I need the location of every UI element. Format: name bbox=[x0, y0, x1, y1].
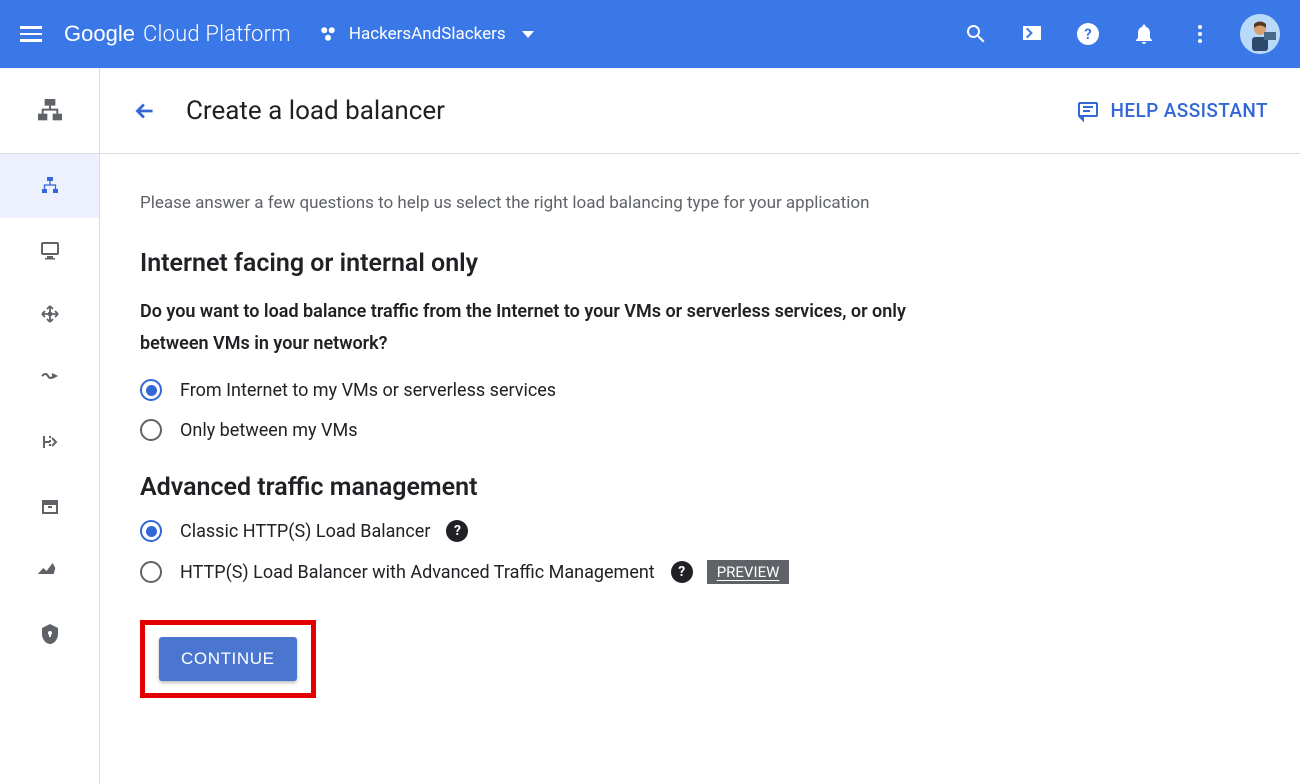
help-tooltip-icon[interactable]: ? bbox=[446, 520, 468, 542]
help-tooltip-icon[interactable]: ? bbox=[671, 561, 693, 583]
rail-header-network-icon[interactable] bbox=[0, 68, 99, 154]
chat-icon bbox=[1076, 99, 1100, 123]
radio-label: Classic HTTP(S) Load Balancer bbox=[180, 521, 430, 542]
radio-label: Only between my VMs bbox=[180, 420, 357, 441]
menu-icon[interactable] bbox=[20, 22, 44, 46]
radio-button[interactable] bbox=[140, 379, 162, 401]
project-name: HackersAndSlackers bbox=[349, 24, 506, 44]
section1-question: Do you want to load balance traffic from… bbox=[140, 296, 970, 359]
radio-internet-to-vms[interactable]: From Internet to my VMs or serverless se… bbox=[140, 379, 1060, 401]
search-icon[interactable] bbox=[964, 22, 988, 46]
page-title: Create a load balancer bbox=[186, 96, 1076, 126]
main-content: Create a load balancer HELP ASSISTANT Pl… bbox=[100, 68, 1300, 784]
left-rail bbox=[0, 68, 100, 784]
rail-item-transfer[interactable] bbox=[0, 346, 99, 410]
dropdown-icon bbox=[522, 31, 534, 38]
section2-title: Advanced traffic management bbox=[140, 473, 1060, 502]
radio-button[interactable] bbox=[140, 520, 162, 542]
rail-item-network-split[interactable] bbox=[0, 410, 99, 474]
radio-advanced-lb[interactable]: HTTP(S) Load Balancer with Advanced Traf… bbox=[140, 560, 1060, 584]
radio-only-between-vms[interactable]: Only between my VMs bbox=[140, 419, 1060, 441]
preview-badge[interactable]: PREVIEW bbox=[707, 560, 790, 584]
radio-button[interactable] bbox=[140, 419, 162, 441]
svg-text:?: ? bbox=[1084, 25, 1091, 43]
intro-text: Please answer a few questions to help us… bbox=[140, 190, 880, 217]
rail-item-archive[interactable] bbox=[0, 474, 99, 538]
logo-rest: Cloud Platform bbox=[143, 22, 291, 47]
rail-item-loadbalancing[interactable] bbox=[0, 154, 99, 218]
notifications-icon[interactable] bbox=[1132, 22, 1156, 46]
user-avatar[interactable] bbox=[1240, 14, 1280, 54]
rail-item-security[interactable] bbox=[0, 602, 99, 666]
section1-title: Internet facing or internal only bbox=[140, 249, 1060, 278]
back-arrow-icon[interactable] bbox=[132, 98, 158, 124]
help-assistant-button[interactable]: HELP ASSISTANT bbox=[1076, 99, 1268, 123]
project-icon bbox=[319, 25, 337, 43]
help-assistant-label: HELP ASSISTANT bbox=[1110, 99, 1268, 122]
highlight-annotation: CONTINUE bbox=[140, 620, 316, 698]
logo-google: Google bbox=[64, 21, 135, 47]
cloudshell-icon[interactable] bbox=[1020, 22, 1044, 46]
rail-item-analytics[interactable] bbox=[0, 538, 99, 602]
radio-label: HTTP(S) Load Balancer with Advanced Traf… bbox=[180, 562, 655, 583]
radio-button[interactable] bbox=[140, 561, 162, 583]
project-selector[interactable]: HackersAndSlackers bbox=[319, 24, 534, 44]
rail-item-move[interactable] bbox=[0, 282, 99, 346]
more-icon[interactable] bbox=[1188, 22, 1212, 46]
radio-classic-lb[interactable]: Classic HTTP(S) Load Balancer ? bbox=[140, 520, 1060, 542]
page-header: Create a load balancer HELP ASSISTANT bbox=[100, 68, 1300, 154]
top-bar: Google Cloud Platform HackersAndSlackers… bbox=[0, 0, 1300, 68]
radio-label: From Internet to my VMs or serverless se… bbox=[180, 380, 556, 401]
help-icon[interactable]: ? bbox=[1076, 22, 1100, 46]
rail-item-monitor[interactable] bbox=[0, 218, 99, 282]
continue-button[interactable]: CONTINUE bbox=[159, 637, 297, 681]
product-logo[interactable]: Google Cloud Platform bbox=[64, 21, 291, 47]
